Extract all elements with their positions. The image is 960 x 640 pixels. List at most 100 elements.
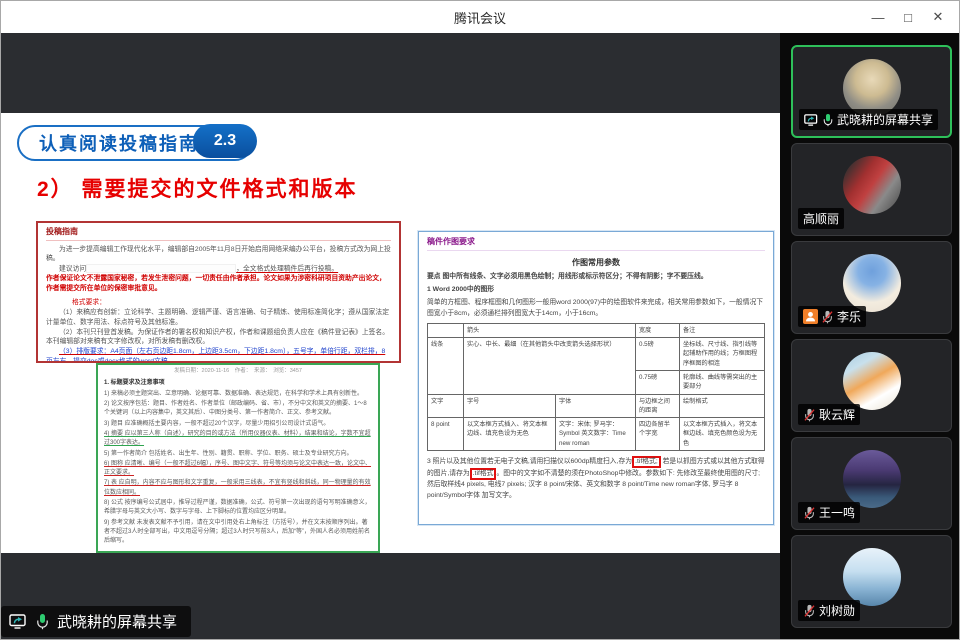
participant-tile[interactable]: 王一鸣 xyxy=(791,437,952,530)
participant-name: 耿云辉 xyxy=(819,406,855,423)
table-header-note: 备注 xyxy=(680,323,765,337)
participant-label: 刘树勋 xyxy=(798,600,860,621)
mic-on-icon xyxy=(822,113,834,127)
tif-format-highlight: .tif格式; xyxy=(632,456,661,468)
doc-left-requirements-label: 格式要求： xyxy=(46,298,391,308)
participant-tile[interactable]: 高顺丽 xyxy=(791,143,952,236)
participant-tile-sharer[interactable]: 武晓耕的屏幕共享 xyxy=(791,45,952,138)
table-row: 文字 字号 字体 与边框之间的距离 绘制格式 xyxy=(428,394,765,418)
participant-name: 武晓耕的屏幕共享 xyxy=(837,111,933,128)
table-cell: 0.5磅 xyxy=(636,338,680,371)
slide-heading: 2） 需要提交的文件格式和版本 xyxy=(37,173,358,203)
table-cell: 字号 xyxy=(464,394,556,418)
doc-left-item-layout: （3）排版要求：A4页面（左右页边距1.8cm，上边距3.5cm，下边距1.8c… xyxy=(46,347,391,363)
table-cell: 绘制格式 xyxy=(680,394,765,418)
mic-muted-icon xyxy=(803,408,816,422)
share-banner-text: 武晓耕的屏幕共享 xyxy=(57,611,177,632)
doc-right-paragraph: 简单的方框图、程序框图和几何图形一般用word 2000(97)中的绘图软件来完… xyxy=(427,298,765,318)
table-cell xyxy=(428,323,464,337)
doc-right-keypoint: 要点 图中所有线条、文字必须用黑色绘制；用线形或标示符区分；不得有阴影；字不要压… xyxy=(427,272,765,282)
table-cell: 四边各留半个字宽 xyxy=(636,418,680,451)
participant-tile[interactable]: 耿云辉 xyxy=(791,339,952,432)
doc-right-bottom-paragraph: 3 照片以及其他位置若无电子文稿,请用扫描仪以600dp精度扫入,存为.tif格… xyxy=(427,456,765,501)
doc-line: 4) 摘要 应以第三人称（自述），研究的目的或方法（所用仪器仪表、材料），结果和… xyxy=(104,430,372,449)
presentation-slide: 认真阅读投稿指南 2.3 2） 需要提交的文件格式和版本 投稿指南 为进一步提高… xyxy=(1,113,780,553)
doc-left-p2-suffix: ，全文格式处理稿件后再行投稿。 xyxy=(236,266,338,273)
doc-line: 9) 参考文献 未发表文献不予引用，请在文中引用处右上角标注（方括号），并在文末… xyxy=(104,519,372,547)
doc-line: 8) 公式 按序编号公式居中，推导过程严谨，数据准确，公式、符号第一次出现的语句… xyxy=(104,499,372,518)
table-cell: 以文本框方式插入、将文本框边线、填充色设为无色 xyxy=(464,418,556,451)
bottom-seg: 3 照片以及其他位置若无电子文稿,请用扫描仪以600dp精度扫入,存为 xyxy=(427,458,632,465)
participant-tile[interactable]: 刘树勋 xyxy=(791,535,952,628)
doc-right-section: 1 Word 2000中的图形 xyxy=(427,285,765,295)
table-cell: 文字 xyxy=(428,394,464,418)
doc-line: 7) 表 应自明，内容不应与图形和文字重复，一般采用三线表，不宜有竖线和斜线，同… xyxy=(104,479,372,498)
mic-on-icon xyxy=(35,613,50,630)
slide-section-badge: 认真阅读投稿指南 2.3 xyxy=(17,127,253,159)
badge-version: 2.3 xyxy=(193,124,257,158)
doc-left-header: 投稿指南 xyxy=(46,226,391,241)
doc-line: 3) 题目 应准确概括主要内容，一般不超过20个汉字，尽量少用招引公司设计式语气… xyxy=(104,420,372,429)
window-controls: — □ ✕ xyxy=(863,1,953,33)
doc-page2-meta: 发稿日期：2020-11-16 作者： 来源： 浏览：3457 xyxy=(104,367,372,376)
doc-right-header: 稿件作图要求 xyxy=(427,236,765,251)
table-cell: 8 point xyxy=(428,418,464,451)
table-header-arrow: 箭头 xyxy=(464,323,636,337)
doc-left-p2-prefix: 建议访问 xyxy=(59,266,86,273)
table-row: 箭头 宽度 备注 xyxy=(428,323,765,337)
minimize-button[interactable]: — xyxy=(863,1,893,33)
doc-figure-requirements: 稿件作图要求 作图常用参数 要点 图中所有线条、文字必须用黑色绘制；用线形或标示… xyxy=(418,231,774,525)
table-row: 线条 实心、中长、最细（在其他箭头中改变箭头选择形状） 0.5磅 坐标线、尺寸线… xyxy=(428,338,765,371)
table-cell: 轮廓线、曲线等需突出的主要部分 xyxy=(680,370,765,394)
table-cell: 0.75磅 xyxy=(636,370,680,394)
doc-line: 6) 图称 应清晰、编号（一般不超过6幅），序号、图中文字、符号等均须与论文中表… xyxy=(104,460,372,479)
doc-line: 2) 论文按序包括：题目、作者姓名、作者单位（邮政编码、省、市），不分中文和英文… xyxy=(104,400,372,419)
maximize-button[interactable]: □ xyxy=(893,1,923,33)
doc-left-paragraph: 建议访问 ，全文格式处理稿件后再行投稿。 xyxy=(46,264,391,274)
table-row: 8 point 以文本框方式插入、将文本框边线、填充色设为无色 文字：宋体; 罗… xyxy=(428,418,765,451)
doc-line: 5) 第一作者简介 包括姓名、出生年、性别、籍贯、职称、学位、职务、硕士及专业研… xyxy=(104,450,372,459)
participant-name: 王一鸣 xyxy=(819,504,855,521)
participant-label: 王一鸣 xyxy=(798,502,860,523)
figure-parameters-table: 箭头 宽度 备注 线条 实心、中长、最细（在其他箭头中改变箭头选择形状） 0.5… xyxy=(427,323,765,451)
participant-label: 李乐 xyxy=(798,306,866,327)
table-cell: 文字：宋体; 罗马字：Symbol 英文数字：Time new roman xyxy=(556,418,636,451)
member-badge-icon xyxy=(803,309,818,324)
table-cell: 以文本框方式插入，将文本框边线、填充色颜色设为无色 xyxy=(680,418,765,451)
window-title: 腾讯会议 xyxy=(454,8,506,27)
table-cell: 字体 xyxy=(556,394,636,418)
screen-share-icon xyxy=(9,614,28,629)
doc-left-item: （2）本刊只刊登首发稿。为保证作者的署名权和知识产权，作者和课题组负责人应在《稿… xyxy=(46,328,391,348)
avatar xyxy=(843,450,901,508)
participant-label: 高顺丽 xyxy=(798,208,844,229)
participant-label: 耿云辉 xyxy=(798,404,860,425)
avatar xyxy=(843,254,901,312)
mic-muted-icon xyxy=(803,604,816,618)
tif-format-highlight: .tif格式 xyxy=(470,468,497,480)
table-cell: 与边框之间的距离 xyxy=(636,394,680,418)
table-cell: 线条 xyxy=(428,338,464,394)
doc-title-requirements: 发稿日期：2020-11-16 作者： 来源： 浏览：3457 1. 标题要求及… xyxy=(96,363,380,553)
close-button[interactable]: ✕ xyxy=(923,1,953,33)
avatar xyxy=(843,352,901,410)
doc-submission-guide: 投稿指南 为进一步提高编辑工作现代化水平，编辑部自2005年11月8日开始启用网… xyxy=(36,221,401,363)
participant-name: 李乐 xyxy=(837,308,861,325)
titlebar: 腾讯会议 — □ ✕ xyxy=(1,1,959,33)
participant-tile[interactable]: 李乐 xyxy=(791,241,952,334)
participant-name: 高顺丽 xyxy=(803,210,839,227)
avatar xyxy=(843,156,901,214)
avatar xyxy=(843,548,901,606)
table-cell: 坐标线、尺寸线、指引线等起辅助作用的线；方框图程序框图的相连 xyxy=(680,338,765,371)
screen-share-banner: 武晓耕的屏幕共享 xyxy=(1,606,191,637)
badge-title: 认真阅读投稿指南 xyxy=(39,130,199,156)
doc-line: 1) 来稿必须主题突出、立意明确、论据可靠、数据准确、表达规范，在科学和学术上具… xyxy=(104,390,372,399)
doc-left-item: （1）来稿应有创新：立论科学、主题明确、逻辑严谨、语言准确、句子精炼、使用标准简… xyxy=(46,308,391,328)
doc-page2-heading: 1. 标题要求及注意事项 xyxy=(104,379,372,388)
doc-left-warning: 作者保证论文不泄露国家秘密，若发生泄密问题，一切责任由作者承担。论文如果为涉密科… xyxy=(46,274,391,294)
screen-share-icon xyxy=(804,114,819,126)
table-cell: 实心、中长、最细（在其他箭头中改变箭头选择形状） xyxy=(464,338,636,394)
table-header-width: 宽度 xyxy=(636,323,680,337)
mic-muted-icon xyxy=(803,506,816,520)
badge-capsule: 认真阅读投稿指南 2.3 xyxy=(17,125,253,161)
participant-name: 刘树勋 xyxy=(819,602,855,619)
